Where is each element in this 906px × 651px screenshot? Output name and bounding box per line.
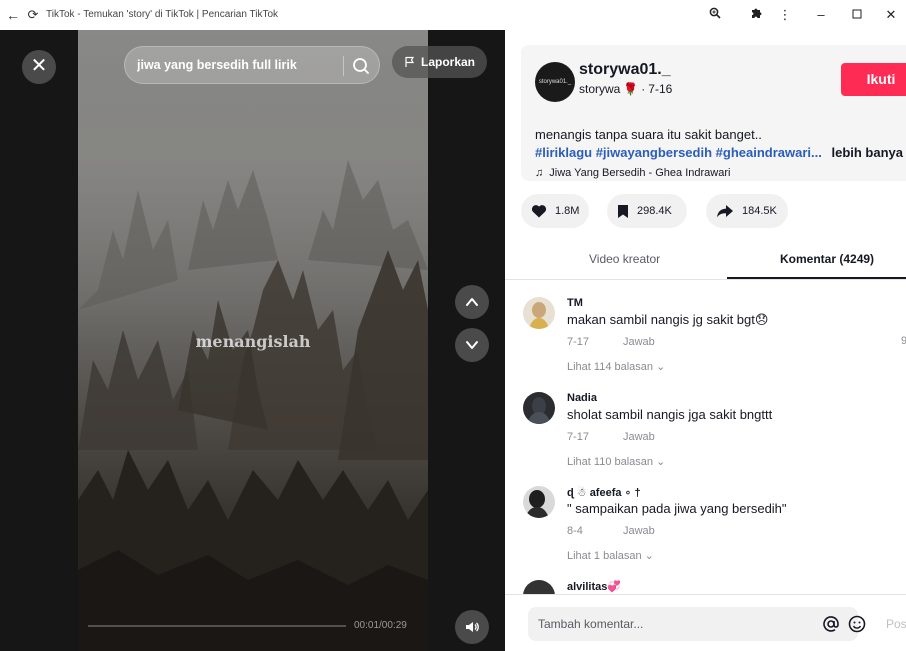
author-card: storywa01._ storywa01._ storywa 🌹 · 7-16… bbox=[521, 45, 906, 181]
tab-comments[interactable]: Komentar (4249) bbox=[780, 252, 874, 266]
comment-item: TM makan sambil nangis jg sakit bgt😞 7-1… bbox=[523, 297, 906, 377]
reply-button[interactable]: Jawab bbox=[623, 431, 655, 443]
video-progress-bar[interactable] bbox=[88, 625, 346, 627]
share-button[interactable]: 184.5K bbox=[706, 194, 788, 228]
music-note-icon: ♫ bbox=[535, 167, 544, 179]
heart-icon bbox=[531, 205, 547, 218]
active-tab-indicator bbox=[727, 277, 906, 279]
more-menu-icon[interactable]: ⋮ bbox=[775, 5, 795, 25]
volume-button[interactable] bbox=[455, 610, 489, 644]
chevron-down-icon bbox=[466, 341, 478, 349]
tab-creator-videos[interactable]: Video kreator bbox=[589, 252, 660, 266]
chevron-up-icon bbox=[466, 298, 478, 306]
close-video-button[interactable]: ✕ bbox=[22, 50, 56, 84]
maximize-icon[interactable] bbox=[847, 5, 867, 25]
save-count: 298.4K bbox=[637, 205, 672, 217]
like-count: 1.8M bbox=[555, 205, 580, 217]
comment-item: ɖ ☃ afeefa ∘ † " sampaikan pada jiwa yan… bbox=[523, 486, 903, 566]
dot-separator: · bbox=[641, 82, 646, 96]
flag-icon bbox=[405, 56, 415, 67]
comment-like-count: 9 bbox=[901, 335, 906, 347]
comment-date: 7-17 bbox=[567, 336, 590, 348]
follow-button[interactable]: Ikuti bbox=[841, 63, 906, 96]
author-subline: storywa 🌹 · 7-16 bbox=[579, 82, 672, 96]
share-count: 184.5K bbox=[742, 205, 777, 217]
reply-button[interactable]: Jawab bbox=[623, 336, 655, 348]
comment-item: alvilitas💞 bbox=[523, 580, 903, 594]
comment-text: " sampaikan pada jiwa yang bersedih" bbox=[567, 501, 787, 516]
author-avatar[interactable]: storywa01._ bbox=[535, 62, 575, 102]
hashtag-link[interactable]: #gheaindrawari... bbox=[716, 145, 822, 160]
hashtag-link[interactable]: #jiwayangbersedih bbox=[596, 145, 712, 160]
mention-at-icon[interactable] bbox=[822, 615, 840, 633]
search-box[interactable] bbox=[124, 46, 380, 84]
zoom-icon[interactable] bbox=[705, 5, 725, 25]
rose-icon: 🌹 bbox=[623, 82, 639, 96]
video-time: 00:01/00:29 bbox=[354, 620, 407, 631]
see-more-link[interactable]: lebih banya bbox=[831, 145, 903, 160]
comment-composer: Pos bbox=[505, 594, 906, 651]
author-nickname: storywa bbox=[579, 82, 621, 96]
hashtag-link[interactable]: #liriklagu bbox=[535, 145, 592, 160]
like-button[interactable]: 1.8M bbox=[521, 194, 589, 228]
speaker-icon bbox=[466, 622, 479, 632]
hashtag-line: #liriklagu #jiwayangbersedih #gheaindraw… bbox=[535, 145, 903, 160]
commenter-name[interactable]: alvilitas💞 bbox=[567, 580, 621, 593]
view-replies-link[interactable]: Lihat 110 balasan ⌄ bbox=[567, 455, 665, 468]
window-title: TikTok - Temukan 'story' di TikTok | Pen… bbox=[46, 9, 279, 20]
comment-text: makan sambil nangis jg sakit bgt😞 bbox=[567, 312, 769, 327]
post-date: 7-16 bbox=[648, 82, 673, 96]
comment-date: 7-17 bbox=[567, 431, 590, 443]
comment-item: Nadia sholat sambil nangis jga sakit bng… bbox=[523, 392, 903, 472]
back-arrow-icon[interactable]: ← bbox=[4, 6, 22, 24]
commenter-avatar[interactable] bbox=[523, 486, 555, 518]
share-arrow-icon bbox=[717, 205, 733, 218]
view-replies-link[interactable]: Lihat 114 balasan ⌄ bbox=[567, 360, 665, 373]
music-link[interactable]: ♫ Jiwa Yang Bersedih - Ghea Indrawari bbox=[535, 167, 730, 179]
extensions-puzzle-icon[interactable] bbox=[746, 5, 766, 25]
search-icon[interactable] bbox=[351, 56, 371, 76]
comment-text: sholat sambil nangis jga sakit bngttt bbox=[567, 407, 773, 422]
video-player[interactable]: ✕ Laporkan menangislah 00:01/00:29 bbox=[0, 30, 505, 651]
music-title: Jiwa Yang Bersedih - Ghea Indrawari bbox=[549, 167, 731, 179]
view-replies-link[interactable]: Lihat 1 balasan ⌄ bbox=[567, 549, 654, 562]
close-window-icon[interactable]: ✕ bbox=[881, 5, 901, 25]
commenter-name[interactable]: ɖ ☃ afeefa ∘ † bbox=[567, 486, 641, 499]
comment-input[interactable] bbox=[538, 617, 798, 631]
save-button[interactable]: 298.4K bbox=[607, 194, 687, 228]
commenter-avatar[interactable] bbox=[523, 392, 555, 424]
report-label: Laporkan bbox=[420, 55, 475, 69]
commenter-avatar[interactable] bbox=[523, 297, 555, 329]
video-overlay-text: menangislah bbox=[195, 332, 311, 351]
search-divider bbox=[343, 56, 344, 76]
emoji-icon[interactable] bbox=[848, 615, 866, 633]
comment-date: 8-4 bbox=[567, 525, 583, 537]
commenter-name[interactable]: TM bbox=[567, 297, 583, 309]
window-titlebar: ← ⟳ TikTok - Temukan 'story' di TikTok |… bbox=[0, 0, 906, 30]
tab-bar: Video kreator Komentar (4249) bbox=[505, 242, 906, 280]
next-video-button[interactable] bbox=[455, 328, 489, 362]
commenter-avatar[interactable] bbox=[523, 580, 555, 594]
reload-icon[interactable]: ⟳ bbox=[24, 6, 42, 24]
report-button[interactable]: Laporkan bbox=[392, 46, 487, 78]
author-username[interactable]: storywa01._ bbox=[579, 61, 671, 79]
bookmark-icon bbox=[618, 204, 628, 218]
post-comment-button[interactable]: Pos bbox=[886, 617, 906, 631]
video-caption: menangis tanpa suara itu sakit banget.. bbox=[535, 127, 762, 142]
comment-input-box[interactable] bbox=[528, 607, 866, 641]
reply-button[interactable]: Jawab bbox=[623, 525, 655, 537]
minimize-icon[interactable]: – bbox=[811, 5, 831, 25]
previous-video-button[interactable] bbox=[455, 285, 489, 319]
search-input[interactable] bbox=[137, 58, 337, 72]
details-panel: storywa01._ storywa01._ storywa 🌹 · 7-16… bbox=[505, 30, 906, 651]
commenter-name[interactable]: Nadia bbox=[567, 392, 597, 404]
